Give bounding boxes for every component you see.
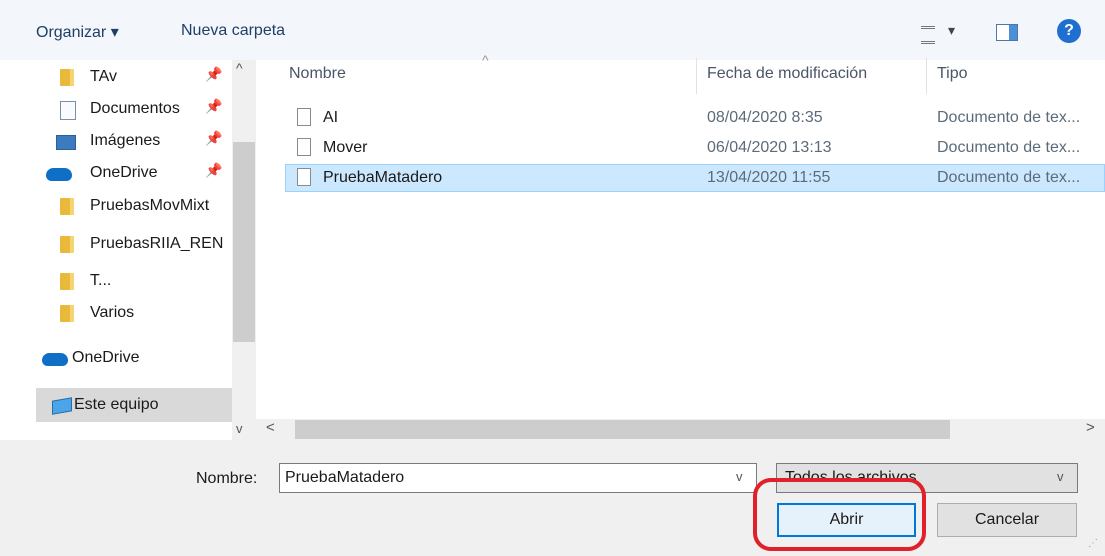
pin-icon[interactable]: 📌 <box>205 162 222 179</box>
help-icon[interactable]: ? <box>1057 19 1081 43</box>
nav-item-label: Imágenes <box>90 132 161 149</box>
nav-item-label: OneDrive <box>72 349 140 366</box>
nav-item-documentos[interactable]: Documentos 📌 <box>0 92 232 126</box>
nav-item-onedrive-pinned[interactable]: OneDrive 📌 <box>0 156 232 190</box>
nav-item-pruebasmovmixt[interactable]: PruebasMovMixt <box>0 189 232 223</box>
pin-icon[interactable]: 📌 <box>205 130 222 147</box>
column-header-type[interactable]: Tipo <box>937 65 968 83</box>
onedrive-icon <box>46 168 72 181</box>
nav-item-este-equipo[interactable]: Este equipo <box>36 388 232 422</box>
file-date: 06/04/2020 13:13 <box>707 139 832 156</box>
file-type: Documento de tex... <box>937 139 1081 156</box>
file-date: 08/04/2020 8:35 <box>707 109 823 126</box>
pin-icon[interactable]: 📌 <box>205 66 222 83</box>
folder-icon <box>60 273 74 290</box>
pictures-icon <box>56 135 76 150</box>
folder-icon <box>60 236 74 253</box>
column-divider[interactable] <box>696 58 697 94</box>
filename-input[interactable]: PruebaMatadero v <box>279 463 757 493</box>
file-row-selected[interactable]: PruebaMatadero 13/04/2020 11:55 Document… <box>285 164 1105 192</box>
cancel-button[interactable]: Cancelar <box>937 503 1077 537</box>
bottom-panel <box>0 440 1105 556</box>
this-pc-icon <box>52 397 72 415</box>
nav-item-label: T... <box>90 272 112 289</box>
text-file-icon <box>297 168 311 186</box>
preview-pane-icon[interactable] <box>996 24 1018 41</box>
file-date: 13/04/2020 11:55 <box>707 169 831 186</box>
toolbar: Organizar ▾ Nueva carpeta ▾ ? <box>0 0 1105 60</box>
nav-item-t-folder[interactable]: T... <box>0 264 232 298</box>
scroll-up-icon[interactable]: ^ <box>236 60 243 76</box>
text-file-icon <box>297 108 311 126</box>
pin-icon[interactable]: 📌 <box>205 98 222 115</box>
navigation-pane: TAv 📌 Documentos 📌 Imágenes 📌 OneDrive 📌… <box>0 60 256 440</box>
folder-icon <box>60 69 74 86</box>
sort-ascending-icon: ^ <box>482 52 489 68</box>
column-divider[interactable] <box>926 58 927 94</box>
chevron-down-icon[interactable]: ▾ <box>948 22 955 39</box>
column-header-name[interactable]: Nombre <box>289 65 346 83</box>
nav-item-onedrive[interactable]: OneDrive <box>0 341 232 375</box>
file-type: Documento de tex... <box>937 109 1081 126</box>
nav-item-label: Este equipo <box>74 396 159 413</box>
file-row[interactable]: Mover 06/04/2020 13:13 Documento de tex.… <box>285 134 1105 162</box>
column-header-date[interactable]: Fecha de modificación <box>707 65 867 83</box>
file-type: Documento de tex... <box>937 169 1081 186</box>
nav-item-label: PruebasRIIA_REN <box>90 235 224 252</box>
file-name: PruebaMatadero <box>323 169 443 186</box>
nav-item-label: PruebasMovMixt <box>90 197 210 214</box>
file-row[interactable]: AI 08/04/2020 8:35 Documento de tex... <box>285 104 1105 132</box>
nav-item-pruebasriia[interactable]: PruebasRIIA_REN <box>0 227 232 261</box>
nav-item-tav[interactable]: TAv 📌 <box>0 60 232 94</box>
nav-item-label: OneDrive <box>90 164 158 181</box>
nav-item-label: Documentos <box>90 100 180 117</box>
filename-label: Nombre: <box>196 470 258 487</box>
nav-scrollbar-thumb[interactable] <box>233 142 255 342</box>
nav-item-varios[interactable]: Varios <box>0 296 232 330</box>
onedrive-icon <box>42 353 68 366</box>
chevron-down-icon[interactable]: v <box>736 469 743 484</box>
scroll-down-icon[interactable]: v <box>236 421 243 436</box>
resize-grip-icon[interactable]: ⋰ <box>1088 538 1098 549</box>
new-folder-button[interactable]: Nueva carpeta <box>181 22 285 40</box>
folder-icon <box>60 198 74 215</box>
highlight-circle <box>753 478 926 551</box>
file-name: Mover <box>323 139 368 156</box>
organize-button[interactable]: Organizar ▾ <box>36 22 119 42</box>
view-options-icon[interactable] <box>921 26 935 44</box>
nav-item-label: TAv <box>90 68 117 85</box>
scroll-right-icon[interactable]: > <box>1086 419 1095 436</box>
text-file-icon <box>297 138 311 156</box>
filename-value: PruebaMatadero <box>285 469 405 486</box>
scroll-left-icon[interactable]: < <box>266 419 275 436</box>
nav-item-label: Varios <box>90 304 135 321</box>
file-name: AI <box>323 109 339 126</box>
chevron-down-icon[interactable]: v <box>1057 469 1064 484</box>
horizontal-scrollbar-thumb[interactable] <box>295 420 950 439</box>
nav-item-imagenes[interactable]: Imágenes 📌 <box>0 124 232 158</box>
folder-icon <box>60 305 74 322</box>
documents-icon <box>60 101 76 120</box>
